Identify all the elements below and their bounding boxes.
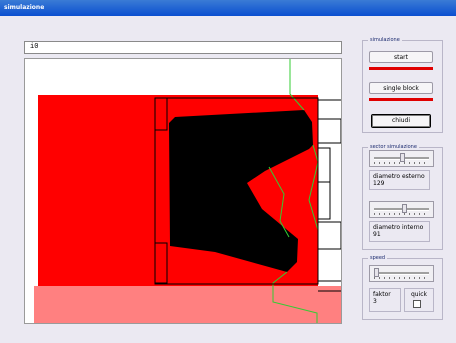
diametro-interno-field: diametro interno 91 [369,221,430,242]
ruler-top-box [317,118,341,144]
diametro-esterno-slider-thumb[interactable] [400,153,405,162]
chiudi-button[interactable]: chiudi [371,114,431,128]
window-title-bar: simulazione [0,0,456,16]
simulazione-group-label: simulazione [368,36,402,45]
ruler-low-box [317,221,341,250]
stock-light-region [34,286,341,323]
ruler-mid-box [317,147,331,183]
single-block-progress-bar [369,98,433,101]
quick-checkbox[interactable] [413,300,421,308]
diametro-esterno-value: 129 [373,180,385,187]
faktor-label: faktor [373,291,391,298]
speed-slider-thumb[interactable] [374,268,379,277]
diametro-esterno-label: diametro esterno [373,173,425,180]
simulation-drawing [34,59,341,323]
single-block-button[interactable]: single block [369,82,433,94]
faktor-value: 3 [373,298,377,305]
diametro-interno-slider[interactable] [369,201,434,218]
diametro-interno-label: diametro interno [373,224,424,231]
quick-label: quick [410,291,428,298]
start-progress-bar [369,67,433,70]
simulation-canvas [24,58,342,324]
faktor-field: faktor 3 [369,288,401,312]
diametro-esterno-slider[interactable] [369,150,434,167]
program-line-input[interactable]: i0 [24,41,342,54]
window-title: simulazione [4,4,45,11]
diametro-esterno-field: diametro esterno 129 [369,170,430,190]
ruler-side-box [317,181,331,220]
start-button[interactable]: start [369,51,433,63]
speed-group-label: speed [368,254,388,263]
diametro-interno-value: 91 [373,231,381,238]
speed-slider[interactable] [369,265,434,282]
diametro-interno-slider-thumb[interactable] [402,204,407,213]
